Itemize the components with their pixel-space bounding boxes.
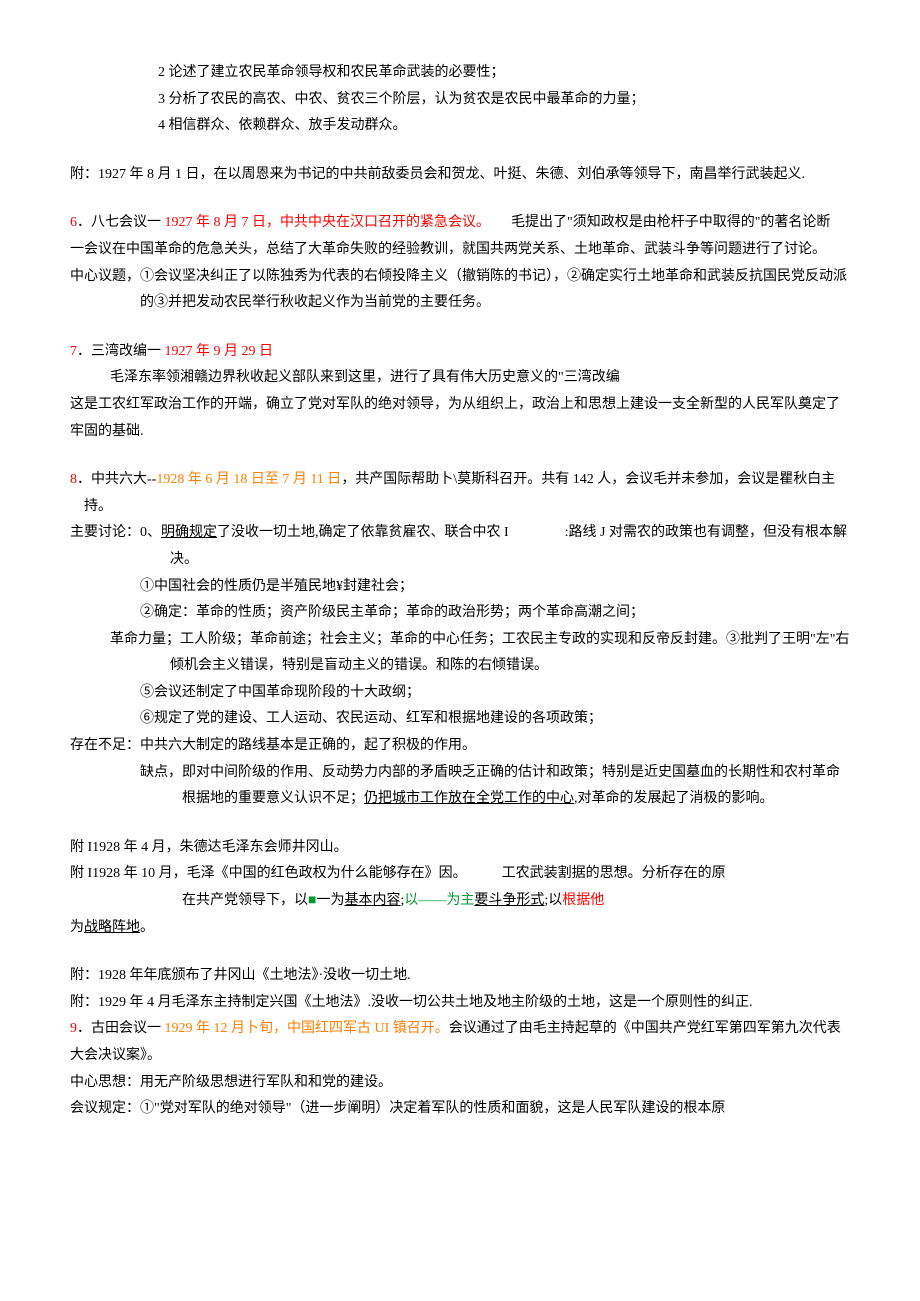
highlight-text: 根据他 xyxy=(562,893,604,908)
section-number: 8 xyxy=(70,472,77,487)
note-paragraph: 附 I1928 年 10 月，毛泽《中国的红色政权为什么能够存在》因。 工农武装… xyxy=(70,861,850,888)
list-item: 3 分析了农民的高农、中农、贫农三个阶层，认为贫农是农民中最革命的力量； xyxy=(70,87,850,114)
paragraph: 这是工农红军政治工作的开端，确立了党对军队的绝对领导，为从组织上，政治上和思想上… xyxy=(70,392,850,445)
section-7-heading: 7．三湾改编一 1927 年 9 月 29 日 xyxy=(70,339,850,366)
highlight-text: 1927 年 9 月 29 日 xyxy=(165,344,274,359)
section-number: 9 xyxy=(70,1021,77,1036)
underline-text: 战略阵地 xyxy=(84,920,140,935)
highlight-text: 1928 年 6 月 18 日至 7 月 11 日 xyxy=(156,472,341,487)
paragraph: 一会议在中国革命的危急关头，总结了大革命失败的经验教训，就国共两党关系、土地革命… xyxy=(70,237,850,264)
discussion-item: ①中国社会的性质仍是半殖民地¥封建社会； xyxy=(70,574,850,601)
paragraph: 毛泽东率领湘赣边界秋收起义部队来到这里，进行了具有伟大历史意义的"三湾改编 xyxy=(70,365,850,392)
discussion-item: 主要讨论：0、明确规定了没收一切土地,确定了依靠贫雇农、联合中农 I :路线 J… xyxy=(70,520,850,573)
paragraph: 存在不足：中共六大制定的路线基本是正确的，起了积极的作用。 xyxy=(70,733,850,760)
note-paragraph: 在共产党领导下，以■一为基本内容;以——为主要斗争形式;以根据他 xyxy=(70,888,850,915)
text: ;以 xyxy=(544,893,562,908)
section-6-heading: 6．八七会议一 1927 年 8 月 7 日，中共中央在汉口召开的紧急会议。 毛… xyxy=(70,210,850,237)
text: 毛提出了"须知政权是由枪杆子中取得的"的著名论断 xyxy=(483,215,830,230)
paragraph: 缺点，即对中间阶级的作用、反动势力内部的矛盾映乏正确的估计和政策；特别是近史国墓… xyxy=(70,760,850,813)
text: ．古田会议一 xyxy=(77,1021,165,1036)
section-9-heading: 9．古田会议一 1929 年 12 月卜旬，中国红四军古 UI 镇召开。会议通过… xyxy=(70,1016,850,1069)
highlight-text: 1927 年 8 月 7 日，中共中央在汉口召开的紧急会议。 xyxy=(165,215,484,230)
paragraph: 中心思想：用无产阶级思想进行军队和和党的建设。 xyxy=(70,1070,850,1097)
discussion-item: ②确定：革命的性质；资产阶级民主革命；革命的政治形势；两个革命高潮之间； xyxy=(70,600,850,627)
text: ．八七会议一 xyxy=(77,215,165,230)
text: 主要讨论：0、 xyxy=(70,525,161,540)
note-paragraph: 附 I1928 年 4 月，朱德达毛泽东会师井冈山。 xyxy=(70,835,850,862)
list-item: 2 论述了建立农民革命领导权和农民革命武装的必要性； xyxy=(70,60,850,87)
highlight-text: 1929 年 12 月卜旬，中国红四军古 UI 镇召开。 xyxy=(165,1021,449,1036)
text: 为 xyxy=(70,920,84,935)
discussion-item: ⑥规定了党的建设、工人运动、农民运动、红军和根据地建设的各项政策； xyxy=(70,706,850,733)
text: 一为 xyxy=(316,893,344,908)
underline-text: 基本内容 xyxy=(344,893,400,908)
section-8-heading: 8．中共六大--1928 年 6 月 18 日至 7 月 11 日，共产国际帮助… xyxy=(70,467,850,520)
highlight-text: 以——为主 xyxy=(404,893,474,908)
discussion-item: 革命力量；工人阶级；革命前途；社会主义；革命的中心任务；工农民主专政的实现和反帝… xyxy=(70,627,850,680)
text: 了没收一切土地,确定了依靠贫雇农、联合中农 I :路线 J 对需农的政策也有调整… xyxy=(170,525,847,567)
underline-text: 明确规定 xyxy=(161,525,217,540)
note-paragraph: 附：1929 年 4 月毛泽东主持制定兴国《土地法》.没收一切公共土地及地主阶级… xyxy=(70,990,850,1017)
paragraph: 会议规定：①"党对军队的绝对领导"（进一步阐明）决定着军队的性质和面貌，这是人民… xyxy=(70,1096,850,1123)
list-item: 4 相信群众、依赖群众、放手发动群众。 xyxy=(70,113,850,140)
text: ,对革命的发展起了消极的影响。 xyxy=(574,791,774,806)
underline-text: 仍把城市工作放在全党工作的中心 xyxy=(364,791,574,806)
section-number: 6 xyxy=(70,215,77,230)
underline-text: 要斗争形式 xyxy=(474,893,544,908)
discussion-item: ⑤会议还制定了中国革命现阶段的十大政纲； xyxy=(70,680,850,707)
text: ．中共六大-- xyxy=(77,472,156,487)
document-body: 2 论述了建立农民革命领导权和农民革命武装的必要性； 3 分析了农民的高农、中农… xyxy=(70,60,850,1123)
text: 在共产党领导下，以 xyxy=(182,893,308,908)
text: 。 xyxy=(140,920,154,935)
note-paragraph: 附：1928 年年底颁布了井冈山《土地法》·没收一切土地. xyxy=(70,963,850,990)
note-paragraph: 附：1927 年 8 月 1 日，在以周恩来为书记的中共前敌委员会和贺龙、叶挺、… xyxy=(70,162,850,189)
paragraph: 中心议题，①会议坚决纠正了以陈独秀为代表的右倾投降主义（撤销陈的书记），②确定实… xyxy=(70,264,850,317)
text: ．三湾改编一 xyxy=(77,344,165,359)
note-paragraph: 为战略阵地。 xyxy=(70,915,850,942)
section-number: 7 xyxy=(70,344,77,359)
